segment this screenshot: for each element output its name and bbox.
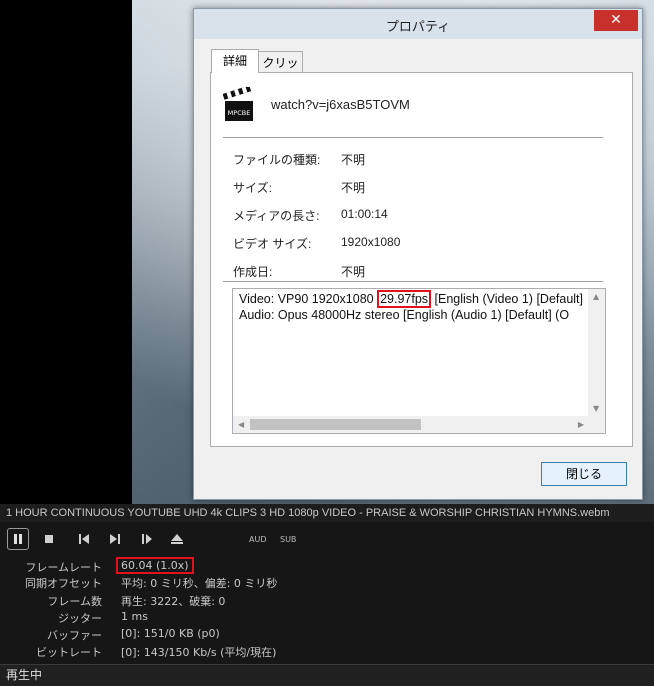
- eject-button[interactable]: [166, 528, 188, 550]
- stat-frame-rate-label: フレームレート: [25, 561, 102, 574]
- vertical-scrollbar[interactable]: ▲ ▼: [588, 289, 605, 416]
- scroll-left-icon[interactable]: ◀: [238, 420, 244, 429]
- media-filename: watch?v=j6xasB5TOVM: [271, 97, 410, 112]
- horizontal-scroll-thumb[interactable]: [250, 419, 421, 430]
- video-stream-lang: [English (Video 1) [Default]: [431, 292, 583, 306]
- scroll-right-icon[interactable]: ▶: [578, 420, 584, 429]
- frame-step-button[interactable]: [136, 528, 158, 550]
- eject-icon: [171, 534, 183, 544]
- prop-duration-label: メディアの長さ:: [233, 209, 320, 223]
- pause-button[interactable]: [7, 528, 29, 550]
- stat-frames-value: 再生: 3222、破棄: 0: [121, 595, 226, 608]
- separator: [223, 137, 603, 138]
- stat-bitrate-value: [0]: 143/150 Kb/s (平均/現在): [121, 646, 277, 659]
- video-stream-line: Video: VP90 1920x1080 29.97fps [English …: [239, 290, 583, 308]
- status-bar: 再生中: [0, 664, 654, 686]
- video-fps-highlight: 29.97fps: [377, 290, 432, 308]
- separator: [223, 281, 603, 282]
- audio-track-button[interactable]: AUD: [249, 535, 267, 544]
- scroll-down-icon[interactable]: ▼: [593, 404, 599, 413]
- stop-icon: [45, 535, 53, 543]
- close-icon[interactable]: ✕: [594, 10, 638, 31]
- properties-dialog: プロパティ ✕ 詳細 クリップ MPCBE watch?v=j6xasB5TOV…: [193, 8, 643, 500]
- stat-buffer-label: バッファー: [47, 629, 102, 642]
- prop-duration-value: 01:00:14: [341, 207, 388, 221]
- prop-video-size-value: 1920x1080: [341, 235, 401, 249]
- frame-step-icon: [142, 534, 152, 544]
- tab-details[interactable]: 詳細: [211, 49, 259, 73]
- details-panel: MPCBE watch?v=j6xasB5TOVM ファイルの種類: 不明 サイ…: [210, 72, 633, 447]
- prop-size-label: サイズ:: [233, 181, 272, 195]
- tab-clip[interactable]: クリップ: [259, 51, 303, 92]
- streams-textbox[interactable]: Video: VP90 1920x1080 29.97fps [English …: [232, 288, 606, 434]
- horizontal-scrollbar[interactable]: ◀ ▶: [233, 416, 588, 433]
- statistics-panel: フレームレート 60.04 (1.0x) 同期オフセット 平均: 0 ミリ秒、偏…: [0, 554, 654, 664]
- video-stream-info: Video: VP90 1920x1080: [239, 292, 378, 306]
- video-area[interactable]: プロパティ ✕ 詳細 クリップ MPCBE watch?v=j6xasB5TOV…: [0, 0, 654, 504]
- mpcbe-icon-label: MPCBE: [228, 109, 251, 117]
- prop-video-size-label: ビデオ サイズ:: [233, 237, 312, 251]
- stat-buffer-value: [0]: 151/0 KB (p0): [121, 627, 220, 640]
- stop-button[interactable]: [38, 528, 60, 550]
- stat-sync-offset-label: 同期オフセット: [25, 577, 102, 590]
- next-icon: [110, 534, 120, 544]
- stat-sync-offset-value: 平均: 0 ミリ秒、偏差: 0 ミリ秒: [121, 577, 278, 590]
- close-button[interactable]: 閉じる: [541, 462, 627, 486]
- stat-bitrate-label: ビットレート: [36, 646, 102, 659]
- scroll-up-icon[interactable]: ▲: [593, 292, 599, 301]
- stat-frame-rate-value: 60.04 (1.0x): [116, 557, 194, 574]
- prop-created-label: 作成日:: [233, 265, 273, 279]
- next-button[interactable]: [104, 528, 126, 550]
- dialog-title: プロパティ: [385, 20, 451, 35]
- prop-file-type-label: ファイルの種類:: [233, 153, 321, 167]
- previous-icon: [79, 534, 89, 544]
- scroll-corner: [588, 416, 605, 433]
- dialog-titlebar[interactable]: プロパティ ✕: [194, 9, 642, 39]
- stat-jitter-label: ジッター: [58, 612, 102, 625]
- prop-size-value: 不明: [341, 181, 366, 195]
- mpcbe-clapper-icon: MPCBE: [223, 87, 253, 121]
- playback-controls: AUD SUB: [0, 522, 654, 554]
- subtitle-button[interactable]: SUB: [280, 535, 296, 544]
- stat-jitter-value: 1 ms: [121, 610, 148, 623]
- media-title-bar: 1 HOUR CONTINUOUS YOUTUBE UHD 4k CLIPS 3…: [0, 504, 654, 522]
- previous-button[interactable]: [73, 528, 95, 550]
- prop-created-value: 不明: [341, 265, 366, 279]
- pause-icon: [14, 534, 22, 544]
- audio-stream-line: Audio: Opus 48000Hz stereo [English (Aud…: [239, 308, 570, 322]
- stat-frames-label: フレーム数: [47, 595, 102, 608]
- prop-file-type-value: 不明: [341, 153, 366, 167]
